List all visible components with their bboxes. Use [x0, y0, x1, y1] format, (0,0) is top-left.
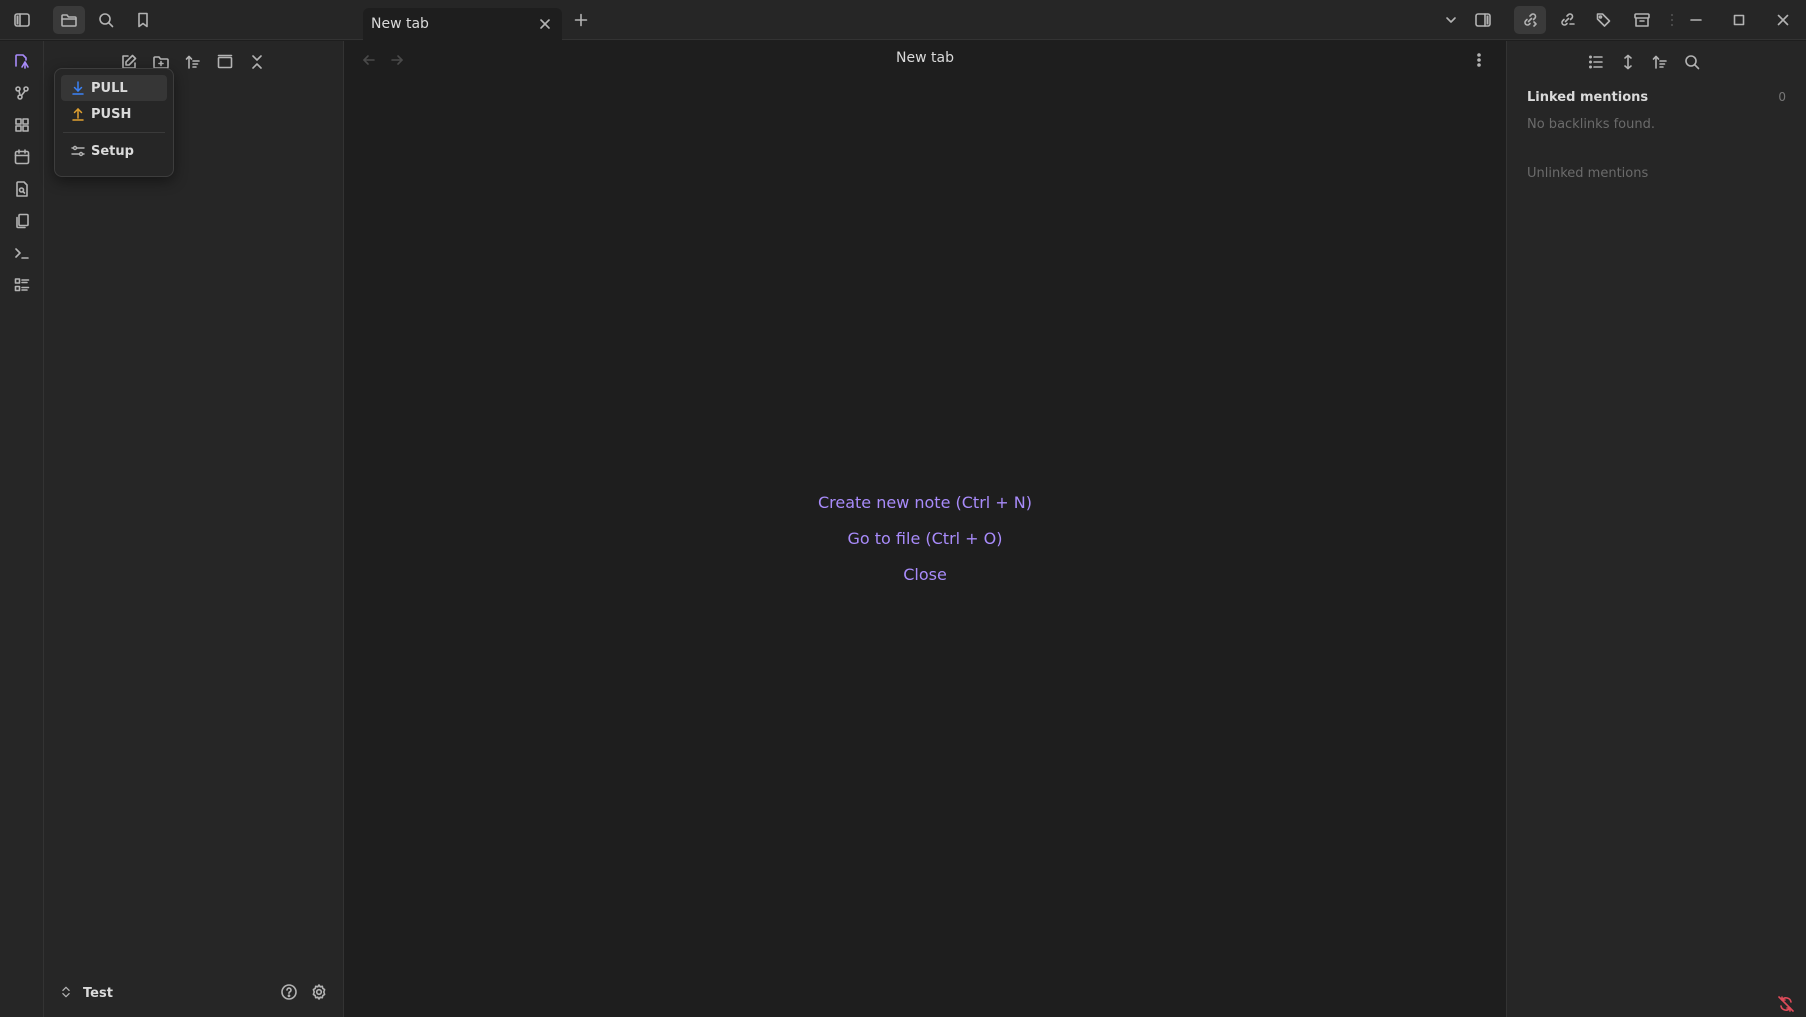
search-filter-button[interactable]: [1679, 50, 1705, 74]
toggle-right-sidebar-button[interactable]: [1467, 6, 1499, 34]
minimize-icon: [1690, 19, 1702, 21]
ribbon-command-button[interactable]: [11, 242, 33, 264]
upload-icon: [72, 107, 84, 121]
folder-icon: [61, 14, 77, 27]
file-search-icon: [16, 181, 28, 197]
main-editor: New tab Create new note (Ctrl + N) Go to…: [345, 41, 1505, 1017]
sync-error-icon: [1778, 996, 1794, 1012]
chevrons-collapse-icon: [252, 55, 262, 69]
close-icon: [1777, 14, 1789, 26]
go-to-file-link[interactable]: Go to file (Ctrl + O): [345, 529, 1505, 548]
auto-reveal-button[interactable]: [212, 50, 238, 74]
chevron-updown-icon: [62, 986, 70, 998]
create-new-note-link[interactable]: Create new note (Ctrl + N): [345, 493, 1505, 512]
bookmarks-view-button[interactable]: [127, 6, 159, 34]
reveal-icon: [217, 54, 233, 69]
bookmark-icon: [138, 12, 148, 28]
more-vertical-icon: [1477, 53, 1481, 67]
help-button[interactable]: [280, 983, 302, 1005]
help-circle-icon: [281, 984, 297, 1000]
menu-item-label: PUSH: [91, 106, 132, 122]
calendar-icon: [14, 149, 30, 165]
files-icon: [16, 213, 29, 229]
search-icon: [1685, 55, 1700, 70]
sort-button[interactable]: [180, 50, 206, 74]
menu-item-pull[interactable]: PULL: [61, 75, 167, 101]
ribbon-template-button[interactable]: [11, 178, 33, 200]
show-more-context-button[interactable]: [1615, 50, 1641, 74]
minimize-button[interactable]: [1680, 6, 1712, 34]
sidebar-right-icon: [1475, 13, 1491, 27]
maximize-button[interactable]: [1723, 6, 1755, 34]
git-menu: PULL PUSH Setup: [54, 68, 174, 177]
linked-mentions-count: 0: [1778, 90, 1786, 104]
close-link[interactable]: Close: [345, 565, 1505, 584]
new-tab-button[interactable]: [565, 6, 597, 34]
terminal-icon: [15, 248, 29, 259]
link-arrow-icon: [1524, 13, 1537, 27]
ribbon-canvas-button[interactable]: [11, 114, 33, 136]
vault-switcher[interactable]: Test: [44, 971, 344, 1017]
settings-button[interactable]: [310, 983, 332, 1005]
search-icon: [99, 13, 114, 28]
menu-item-setup[interactable]: Setup: [61, 138, 167, 164]
link-out-icon: [1561, 13, 1575, 26]
collapse-results-button[interactable]: [1583, 50, 1609, 74]
close-tab-icon[interactable]: [536, 15, 554, 33]
sidebar-left-icon: [14, 13, 30, 27]
graph-icon: [15, 86, 29, 100]
ribbon-daily-note-button[interactable]: [11, 146, 33, 168]
collapse-all-button[interactable]: [244, 50, 270, 74]
files-view-button[interactable]: [53, 6, 85, 34]
change-sort-button[interactable]: [1647, 50, 1673, 74]
title-bar: New tab: [0, 0, 1806, 40]
gear-icon: [312, 984, 326, 1000]
menu-separator: [63, 132, 165, 133]
unlinked-mentions-title[interactable]: Unlinked mentions: [1527, 166, 1648, 181]
tab-label: New tab: [371, 16, 429, 32]
more-options-button[interactable]: [1470, 51, 1490, 71]
drag-handle[interactable]: [1671, 12, 1673, 28]
search-view-button[interactable]: [90, 6, 122, 34]
menu-item-push[interactable]: PUSH: [61, 101, 167, 127]
ribbon: [0, 41, 44, 1017]
sync-status-button[interactable]: [1777, 995, 1795, 1013]
tab-new-tab[interactable]: New tab: [363, 8, 562, 40]
no-backlinks-text: No backlinks found.: [1527, 117, 1655, 132]
plus-icon: [574, 13, 588, 27]
list-checks-icon: [14, 278, 30, 292]
sort-icon: [185, 55, 200, 69]
menu-item-label: Setup: [91, 143, 134, 159]
linked-mentions-title[interactable]: Linked mentions: [1527, 90, 1648, 105]
outgoing-links-view-button[interactable]: [1551, 6, 1583, 34]
sort-icon: [1652, 55, 1667, 69]
maximize-icon: [1733, 14, 1745, 26]
git-file-icon: [15, 54, 29, 69]
menu-item-label: PULL: [91, 80, 128, 96]
file-explorer-pane: Test: [44, 41, 344, 1017]
archive-button[interactable]: [1626, 6, 1658, 34]
arrow-up-down-icon: [1624, 54, 1632, 70]
layout-grid-icon: [15, 118, 29, 132]
archive-icon: [1634, 13, 1650, 27]
close-window-button[interactable]: [1767, 6, 1799, 34]
backlinks-view-button[interactable]: [1514, 6, 1546, 34]
tab-list-button[interactable]: [1435, 6, 1467, 34]
toggle-left-sidebar-button[interactable]: [6, 6, 38, 34]
ribbon-git-button[interactable]: [11, 50, 33, 72]
ribbon-graph-button[interactable]: [11, 82, 33, 104]
ribbon-copy-button[interactable]: [11, 210, 33, 232]
list-icon: [1588, 55, 1603, 69]
tags-icon: [1596, 13, 1611, 27]
ribbon-tasks-button[interactable]: [11, 274, 33, 296]
view-header-title: New tab: [896, 50, 954, 66]
tags-view-button[interactable]: [1588, 6, 1620, 34]
vault-name: Test: [83, 986, 113, 1001]
chevron-down-icon: [1446, 17, 1456, 23]
download-icon: [72, 81, 84, 95]
backlinks-pane: Linked mentions 0 No backlinks found. Un…: [1506, 41, 1806, 1017]
sliders-icon: [71, 145, 85, 157]
